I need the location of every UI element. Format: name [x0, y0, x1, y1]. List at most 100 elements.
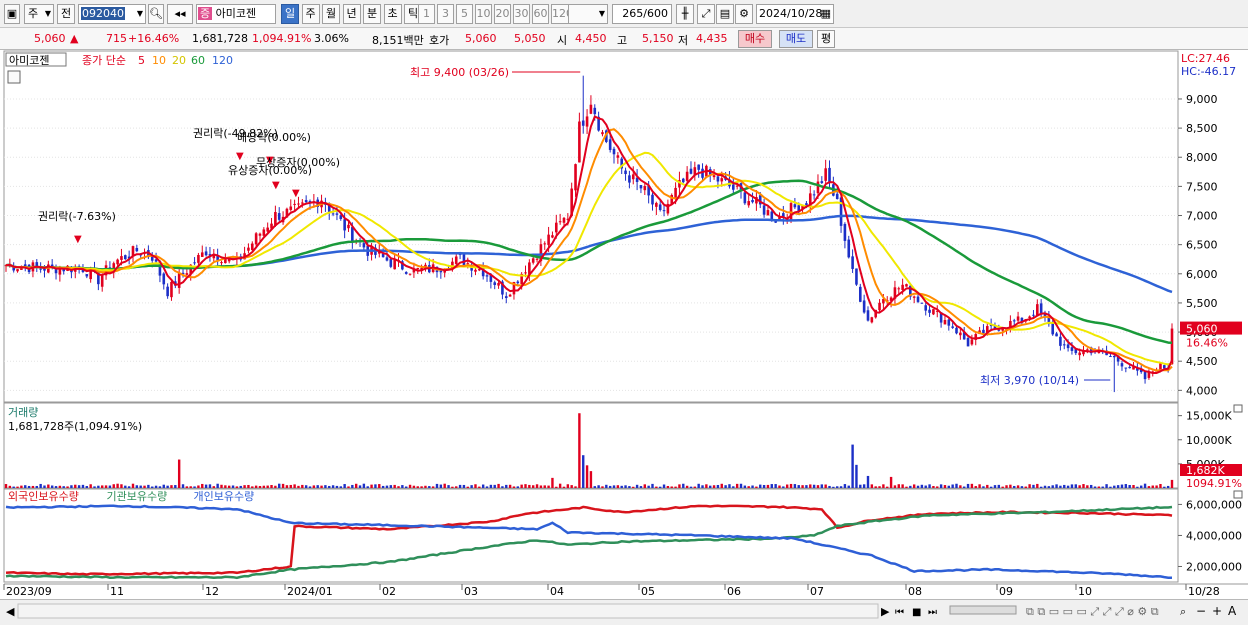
volume-bar — [685, 485, 689, 488]
interval-10[interactable]: 10 — [475, 4, 492, 24]
candle-body — [616, 155, 620, 158]
volume-bar — [951, 484, 954, 488]
font-size-icon[interactable]: A — [1228, 604, 1237, 618]
count-field[interactable]: 265/600 — [612, 4, 672, 24]
tab-4[interactable]: 분 — [363, 4, 381, 24]
stock-chart[interactable]: 9,000 8,500 8,000 7,500 7,000 6,500 6,000 5,500… — [0, 50, 1248, 621]
code-input[interactable]: 092040 ▼ — [78, 4, 146, 24]
scroll-track[interactable] — [17, 603, 879, 619]
tab-1[interactable]: 주 — [301, 4, 320, 24]
volume-bar — [989, 486, 993, 488]
minus-icon[interactable]: − — [1196, 604, 1206, 618]
candle-body — [185, 273, 189, 275]
volume-bar — [1105, 484, 1108, 488]
volume-bar — [974, 486, 977, 488]
interval-20[interactable]: 20 — [494, 4, 511, 24]
volume-bar — [820, 484, 824, 488]
chart-area[interactable]: 9,000 8,500 8,000 7,500 7,000 6,500 6,000 5,500… — [0, 50, 1248, 621]
candle-body — [404, 272, 408, 274]
gear-icon[interactable]: ⚙ — [735, 4, 753, 24]
candle-body — [862, 300, 866, 313]
candle-body — [116, 259, 119, 265]
amount: 8,151백만 — [372, 34, 424, 47]
scroll-controls[interactable]: ◀ ▶ ⏮ ■ ⏭ ⧉ ⧉ ▭ ▭ ▭ ⤢ ⤢ ⤢ ⌀ ⚙ ⧉ ⌕ − + A — [0, 600, 1248, 622]
plus-icon[interactable]: + — [1212, 604, 1222, 618]
volume-bar — [1116, 485, 1120, 488]
flag-button[interactable]: 평 — [817, 30, 835, 48]
draw-tool-icon[interactable]: ⤢ — [697, 4, 715, 24]
date-field[interactable]: 2024/10/28 ▦ — [756, 4, 834, 24]
tab-5[interactable]: 초 — [383, 4, 402, 24]
save-icon[interactable]: ▤ — [716, 4, 734, 24]
x-tick-label: 2023/09 — [6, 585, 52, 598]
scroll-right-icon[interactable]: ▶ — [881, 605, 890, 618]
candle-body — [624, 170, 627, 175]
volume-bar — [262, 485, 266, 488]
volume-bar — [870, 484, 874, 488]
scroll-bar[interactable]: ◀ ▶ ⏮ ■ ⏭ ⧉ ⧉ ▭ ▭ ▭ ⤢ ⤢ ⤢ ⌀ ⚙ ⧉ ⌕ − + A — [0, 599, 1248, 621]
candle-body — [562, 217, 566, 223]
x-tick-label: 06 — [727, 585, 741, 598]
tab-3[interactable]: 년 — [342, 4, 361, 24]
interval-dropdown[interactable]: ▼ — [568, 4, 608, 24]
volume-bar — [143, 485, 146, 488]
candle-body — [655, 202, 658, 207]
candle-body — [35, 262, 39, 267]
candle-body — [1078, 352, 1081, 356]
count-total: /600 — [643, 7, 668, 20]
prev-button[interactable]: 전 — [57, 4, 75, 24]
interval-30[interactable]: 30 — [513, 4, 530, 24]
speaker-icon[interactable]: ◂◂ — [167, 4, 193, 24]
volume-bar — [8, 485, 12, 488]
zoom-icon[interactable]: ⌕ — [1180, 605, 1186, 618]
interval-3[interactable]: 3 — [437, 4, 454, 24]
volume-bar — [154, 485, 158, 488]
stock-name-field[interactable]: 증 아미코젠 — [196, 4, 276, 24]
forward-icon[interactable]: ⏭ — [928, 607, 937, 618]
candle-type-icon[interactable]: ╫ — [676, 4, 694, 24]
buy-button[interactable]: 매수 — [738, 30, 772, 48]
interval-60[interactable]: 60 — [532, 4, 549, 24]
interval-5[interactable]: 5 — [456, 4, 473, 24]
window-menu-icon[interactable]: ▣ — [4, 4, 20, 24]
legend-ma-60: 60 — [191, 54, 205, 67]
volume-panel-close-icon — [1233, 404, 1243, 413]
sell-button[interactable]: 매도 — [779, 30, 813, 48]
volume-bar — [35, 485, 38, 488]
candle-body — [504, 296, 508, 299]
lc-label: LC:27.46 — [1181, 52, 1230, 65]
volume-bar — [297, 485, 300, 488]
candle-body — [393, 259, 396, 270]
volume-bar — [135, 485, 139, 488]
volume-bar — [62, 486, 65, 488]
zoom-slider[interactable] — [949, 605, 1017, 615]
event-arrow-icon: ▼ — [292, 188, 300, 199]
period-type-select[interactable]: 주 ▼ — [24, 4, 54, 24]
candle-body — [1128, 366, 1131, 369]
volume-bar — [339, 486, 342, 488]
x-tick-label: 10 — [1078, 585, 1092, 598]
candle-body — [658, 204, 662, 210]
hc-label: HC:-46.17 — [1181, 65, 1236, 78]
stop-icon[interactable]: ■ — [912, 607, 921, 618]
calendar-icon[interactable]: ▦ — [821, 5, 831, 23]
volume-bar — [612, 485, 616, 488]
volume-bar — [224, 485, 227, 488]
price-tick-label: 6,000 — [1186, 268, 1218, 281]
layout-icons[interactable]: ⧉ ⧉ ▭ ▭ ▭ ⤢ ⤢ ⤢ ⌀ ⚙ ⧉ — [1026, 605, 1159, 618]
volume-bar — [1097, 486, 1101, 488]
candle-body — [524, 272, 527, 274]
tab-0[interactable]: 일 — [281, 4, 299, 24]
volume-bar — [335, 485, 339, 488]
rewind-icon[interactable]: ⏮ — [895, 607, 904, 618]
search-icon[interactable]: 🔍︎ — [148, 4, 164, 24]
volume-bar — [24, 485, 27, 488]
legend-close-label: 종가 단순 — [82, 54, 126, 67]
interval-1[interactable]: 1 — [418, 4, 435, 24]
tab-2[interactable]: 월 — [322, 4, 340, 24]
scroll-left-icon[interactable]: ◀ — [6, 605, 15, 618]
open-value: 4,450 — [575, 32, 607, 45]
candle-body — [485, 275, 489, 277]
volume-bar — [732, 486, 735, 488]
volume-bar — [254, 485, 258, 488]
